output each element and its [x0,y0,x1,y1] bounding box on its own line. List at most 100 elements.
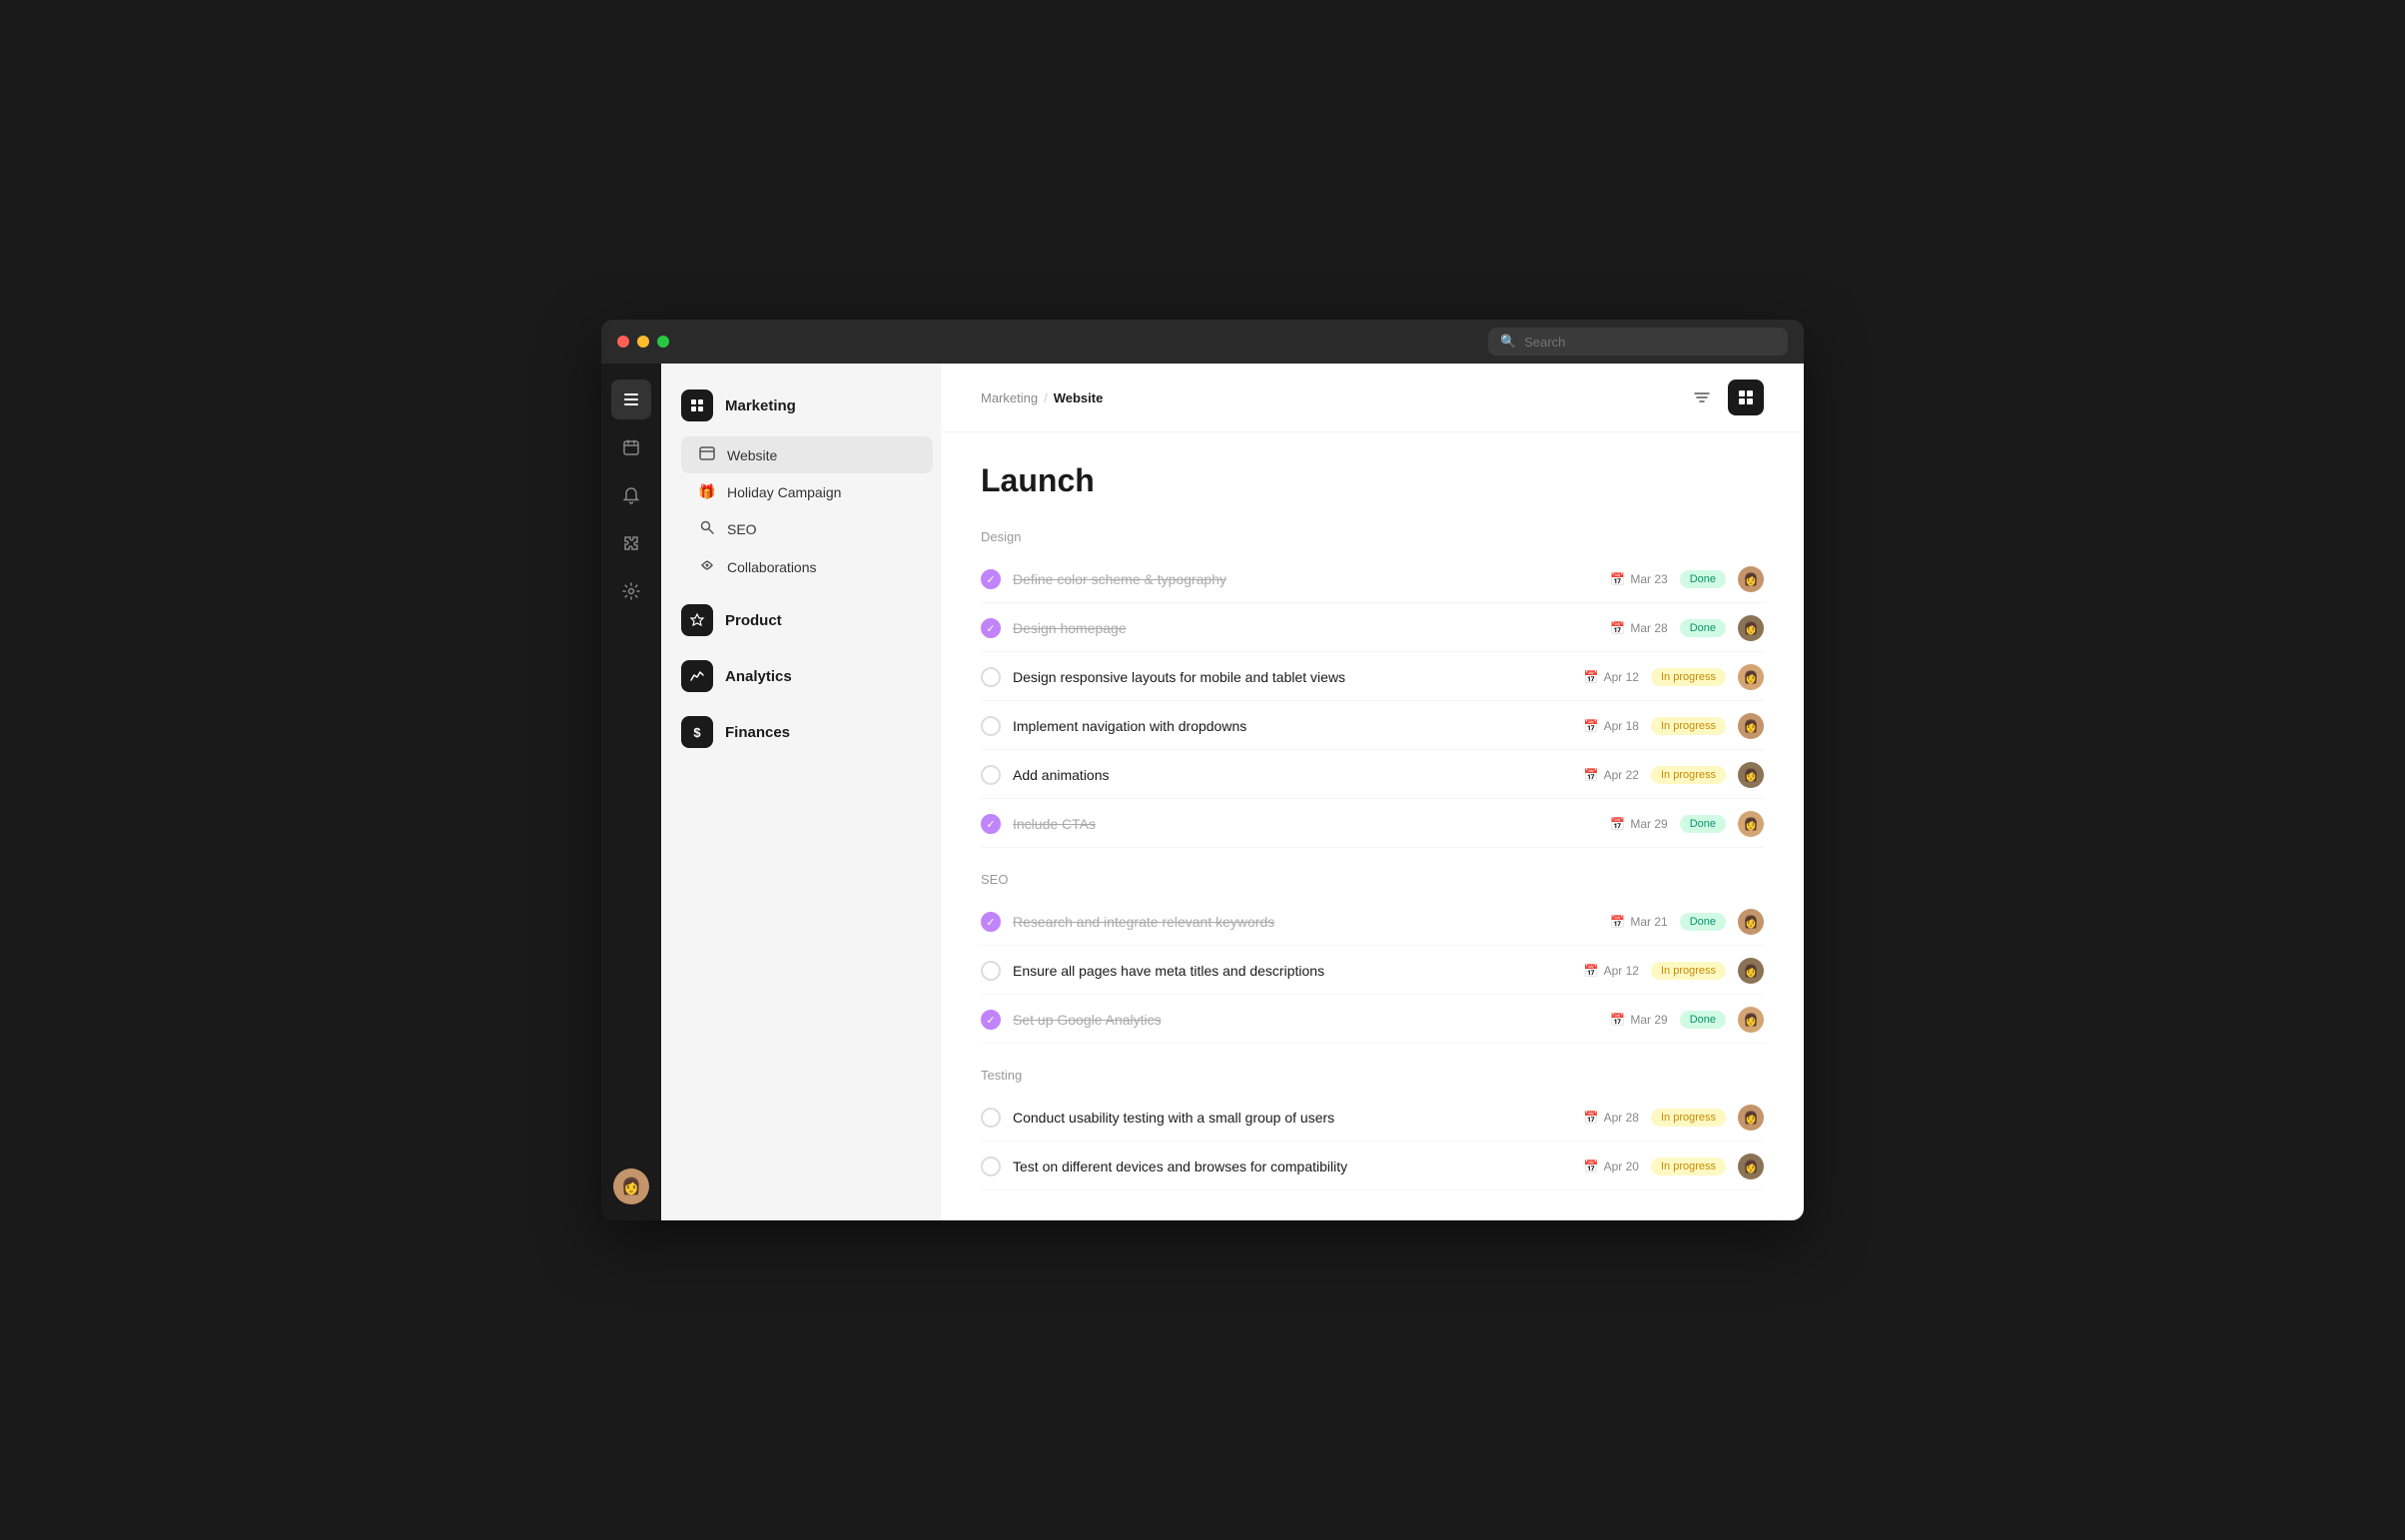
table-row: ✓ Include CTAs 📅 Mar 29 Done 👩 [981,801,1764,848]
task-checkbox-11[interactable] [981,1156,1001,1176]
calendar-icon: 📅 [1584,1111,1599,1125]
table-row: ✓ Define color scheme & typography 📅 Mar… [981,556,1764,603]
main-area: Marketing / Website [941,364,1804,1220]
close-button[interactable] [617,336,629,348]
search-input[interactable] [1524,335,1776,350]
nav-settings-icon[interactable] [611,571,651,611]
table-row: Conduct usability testing with a small g… [981,1095,1764,1142]
task-date-2: 📅 Mar 28 [1610,621,1667,635]
sidebar-group-marketing-header[interactable]: Marketing [661,380,941,431]
sidebar-group-analytics-header[interactable]: Analytics [661,650,941,702]
task-checkbox-7[interactable]: ✓ [981,912,1001,932]
calendar-icon: 📅 [1584,768,1599,782]
analytics-group-label: Analytics [725,668,792,685]
calendar-icon: 📅 [1584,719,1599,733]
sidebar-item-website[interactable]: Website [681,436,933,473]
task-checkbox-1[interactable]: ✓ [981,569,1001,589]
table-row: ✓ Design homepage 📅 Mar 28 Done 👩 [981,605,1764,652]
table-row: Ensure all pages have meta titles and de… [981,948,1764,995]
table-row: Implement navigation with dropdowns 📅 Ap… [981,703,1764,750]
product-group-label: Product [725,612,782,629]
website-label: Website [727,447,777,463]
task-checkbox-6[interactable]: ✓ [981,814,1001,834]
task-label-8: Ensure all pages have meta titles and de… [1013,963,1572,979]
table-row: Design responsive layouts for mobile and… [981,654,1764,701]
task-avatar-6: 👩 [1738,811,1764,837]
minimize-button[interactable] [637,336,649,348]
task-checkbox-4[interactable] [981,716,1001,736]
task-list-seo: ✓ Research and integrate relevant keywor… [981,899,1764,1044]
marketing-group-icon [681,389,713,421]
task-checkbox-8[interactable] [981,961,1001,981]
view-toggle-button[interactable] [1728,380,1764,415]
traffic-lights [617,336,669,348]
task-meta-1: 📅 Mar 23 Done 👩 [1610,566,1764,592]
collaborations-icon [697,557,717,576]
nav-bell-icon[interactable] [611,475,651,515]
task-label-3: Design responsive layouts for mobile and… [1013,669,1572,685]
task-label-2: Design homepage [1013,620,1598,636]
user-avatar[interactable]: 👩 [613,1168,649,1204]
calendar-icon: 📅 [1610,1013,1625,1027]
search-bar[interactable]: 🔍 [1488,328,1788,356]
main-content: 👩 Marketing [601,364,1804,1220]
task-checkbox-9[interactable]: ✓ [981,1010,1001,1030]
page-title: Launch [981,462,1764,499]
task-label-5: Add animations [1013,767,1572,783]
seo-label: SEO [727,521,757,537]
filter-button[interactable] [1684,380,1720,415]
user-avatar-nav[interactable]: 👩 [613,1168,649,1204]
task-label-7: Research and integrate relevant keywords [1013,914,1598,930]
status-badge-3: In progress [1651,668,1726,686]
task-meta-3: 📅 Apr 12 In progress 👩 [1584,664,1764,690]
calendar-icon: 📅 [1610,817,1625,831]
status-badge-1: Done [1680,570,1726,588]
status-badge-10: In progress [1651,1109,1726,1127]
task-label-6: Include CTAs [1013,816,1598,832]
sidebar: Marketing Website 🎁 Ho [661,364,941,1220]
task-meta-10: 📅 Apr 28 In progress 👩 [1584,1105,1764,1131]
task-checkbox-10[interactable] [981,1108,1001,1128]
sidebar-item-collaborations[interactable]: Collaborations [681,548,933,585]
calendar-icon: 📅 [1610,915,1625,929]
task-avatar-3: 👩 [1738,664,1764,690]
task-checkbox-5[interactable] [981,765,1001,785]
section-design-header: Design [981,529,1764,544]
website-icon [697,445,717,464]
collaborations-label: Collaborations [727,559,817,575]
task-checkbox-2[interactable]: ✓ [981,618,1001,638]
finances-group-label: Finances [725,724,790,741]
sidebar-group-marketing: Marketing Website 🎁 Ho [661,380,941,590]
task-meta-2: 📅 Mar 28 Done 👩 [1610,615,1764,641]
product-group-icon [681,604,713,636]
table-row: ✓ Set up Google Analytics 📅 Mar 29 Done … [981,997,1764,1044]
task-label-11: Test on different devices and browses fo… [1013,1158,1572,1174]
task-avatar-1: 👩 [1738,566,1764,592]
nav-list-icon[interactable] [611,380,651,419]
sidebar-group-finances-header[interactable]: $ Finances [661,706,941,758]
task-date-1: 📅 Mar 23 [1610,572,1667,586]
task-date-11: 📅 Apr 20 [1584,1159,1639,1173]
status-badge-7: Done [1680,913,1726,931]
sidebar-item-seo[interactable]: SEO [681,510,933,547]
task-date-8: 📅 Apr 12 [1584,964,1639,978]
task-avatar-7: 👩 [1738,909,1764,935]
search-icon: 🔍 [1500,334,1516,350]
calendar-icon: 📅 [1584,964,1599,978]
sidebar-group-product: Product [661,594,941,646]
task-date-7: 📅 Mar 21 [1610,915,1667,929]
nav-puzzle-icon[interactable] [611,523,651,563]
analytics-group-icon [681,660,713,692]
section-seo-header: SEO [981,872,1764,887]
task-list-design: ✓ Define color scheme & typography 📅 Mar… [981,556,1764,848]
task-checkbox-3[interactable] [981,667,1001,687]
nav-calendar-icon[interactable] [611,427,651,467]
maximize-button[interactable] [657,336,669,348]
holiday-campaign-icon: 🎁 [697,483,717,500]
task-avatar-9: 👩 [1738,1007,1764,1033]
task-avatar-5: 👩 [1738,762,1764,788]
breadcrumb-separator: / [1044,390,1048,405]
breadcrumb-current: Website [1054,390,1104,405]
sidebar-group-product-header[interactable]: Product [661,594,941,646]
sidebar-item-holiday-campaign[interactable]: 🎁 Holiday Campaign [681,474,933,509]
